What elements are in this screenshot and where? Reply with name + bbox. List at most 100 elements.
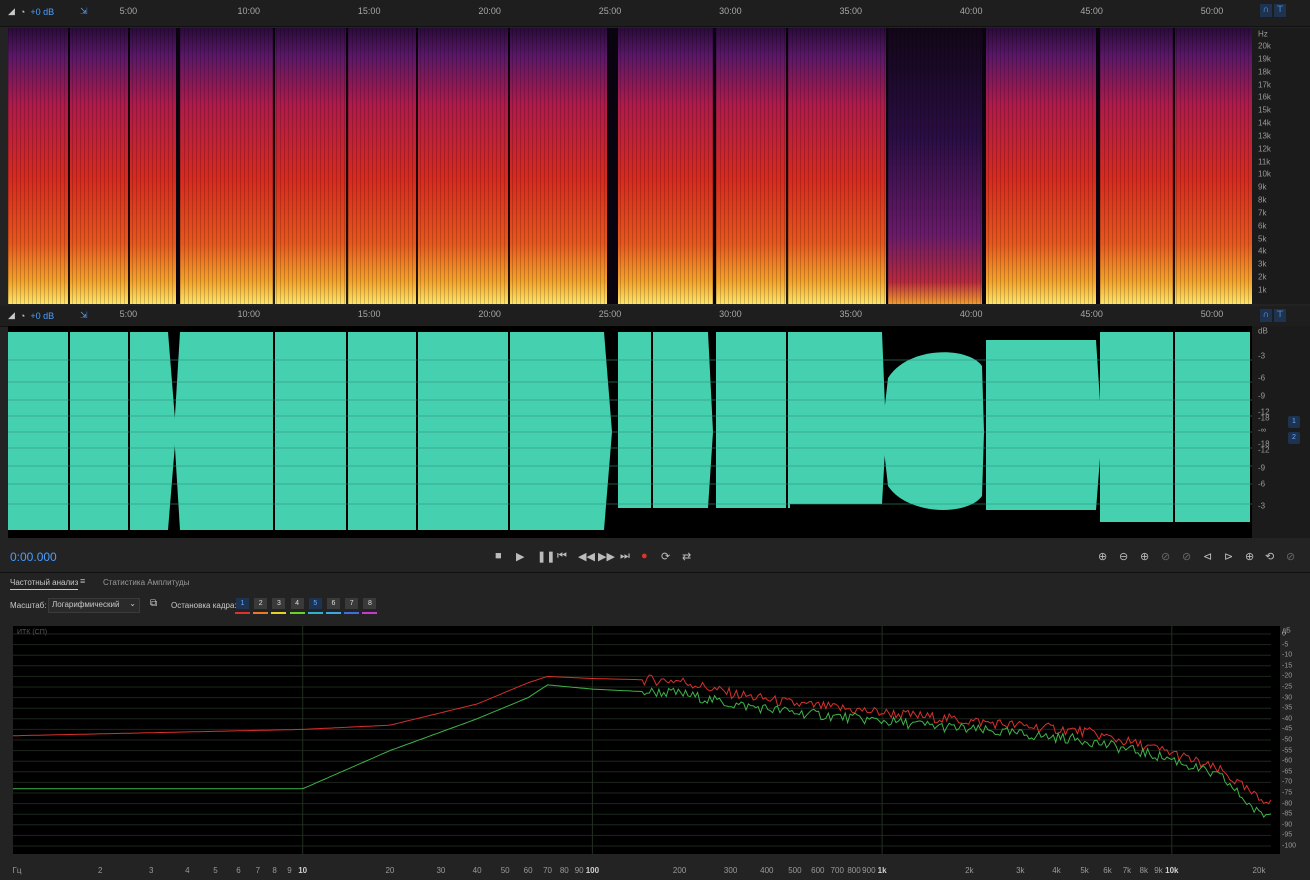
chart-frequency-tick: 2 [97,866,103,875]
zoom-in-selection-icon[interactable]: ⊘ [1182,550,1191,563]
record-icon[interactable]: ● [641,550,648,562]
spectral-time-ruler[interactable]: ◢ ◔ +0 dB ⇲ 5:00 10:00 15:00 20:00 25:00 30:0… [0,0,1310,27]
freeze-frame-button-4[interactable]: 4 [290,598,304,609]
frequency-label: 15k [1258,105,1271,115]
fast-forward-icon[interactable]: ▶▶ [598,550,615,563]
spectral-frequency-display[interactable] [8,28,1252,304]
waveform-db-label: -3 [1258,351,1266,361]
freeze-frame-label: Остановка кадра: [171,601,237,610]
pin-icon[interactable]: ⊤ [1274,309,1286,322]
go-to-end-icon[interactable]: ⏭ [620,550,630,563]
channel-2-badge[interactable]: 2 [1288,432,1300,444]
chart-corner-label: ИТК (СП) [17,629,48,636]
panel-menu-icon[interactable]: ≡ [80,576,85,586]
pause-icon[interactable]: ❚❚ [537,550,555,563]
spectral-time-ticks: 5:00 10:00 15:00 20:00 25:00 30:00 35:00 40:00 4… [0,6,1255,24]
headphones-icon[interactable]: ∩ [1260,4,1272,17]
frequency-chart-svg[interactable] [13,626,1280,854]
frequency-chart[interactable]: ИТК (СП) [13,626,1280,854]
chart-frequency-tick: 30 [436,866,446,875]
frequency-label: 18k [1258,67,1271,77]
freeze-frame-button-5[interactable]: 5 [308,598,322,609]
freeze-frame-button-3[interactable]: 3 [272,598,286,609]
skip-selection-icon[interactable]: ⇄ [682,550,691,563]
freeze-frame-color-6 [326,612,341,614]
freeze-frame-button-8[interactable]: 8 [363,598,377,609]
frequency-label: 6k [1258,221,1267,231]
chart-db-tick: -10 [1282,651,1293,659]
freeze-frame-color-4 [289,612,305,614]
zoom-in-amplitude-icon[interactable]: ⊕ [1098,550,1107,563]
loop-icon[interactable]: ⟳ [661,550,670,563]
freeze-frame-button-6[interactable]: 6 [327,598,340,609]
freeze-frame-color-8 [362,612,378,614]
transport-bar: 0:00.000 [0,540,1310,570]
play-icon[interactable]: ▶ [516,550,524,563]
waveform-db-label: -9 [1258,391,1266,401]
rewind-icon[interactable]: ◀◀ [578,550,595,563]
waveform-db-label: -18 [1258,413,1270,423]
chart-db-tick: -80 [1282,800,1293,808]
zoom-both-icon[interactable]: ⊕ [1245,550,1254,563]
zoom-disabled-icon[interactable]: ⊘ [1286,550,1295,563]
tab-frequency-analysis[interactable]: Частотный анализ [10,578,79,590]
zoom-left-icon[interactable]: ⊲ [1203,550,1212,563]
spectrum-series-1 [13,674,1272,805]
chart-frequency-tick: 100 [585,866,600,875]
chart-db-tick: 0 [1282,630,1286,638]
chart-db-tick: -65 [1282,768,1293,776]
zoom-out-full-icon[interactable]: ⊘ [1161,550,1170,563]
chart-frequency-tick: 400 [760,866,774,875]
chart-frequency-tick: 5k [1080,866,1089,875]
copy-icon[interactable]: ⧉ [150,598,157,609]
chart-db-tick: -45 [1282,725,1293,733]
chart-frequency-tick: 70 [543,866,552,875]
zoom-in-time-icon[interactable]: ⊕ [1140,550,1149,563]
pin-icon[interactable]: ⊤ [1274,4,1286,17]
spectral-time-tick: 50:00 [1200,6,1224,16]
chart-frequency-tick: 20k [1252,866,1266,875]
waveform-db-label: -3 [1258,501,1266,511]
headphones-icon[interactable]: ∩ [1260,309,1272,322]
spectrogram[interactable] [8,28,1252,304]
frequency-label: 3k [1258,259,1267,269]
chart-db-tick: -35 [1282,704,1293,712]
current-time-display[interactable]: 0:00.000 [10,550,57,564]
go-to-start-icon[interactable]: ⏮ [557,550,567,563]
waveform-time-tick: 30:00 [719,309,742,319]
waveform-time-tick: 40:00 [959,309,983,319]
spectral-time-tick: 45:00 [1080,6,1103,16]
stop-icon[interactable]: ■ [495,550,502,562]
zoom-right-icon[interactable]: ⊳ [1224,550,1233,563]
frequency-label: 13k [1258,131,1271,141]
scale-dropdown[interactable]: Логарифмический ⌄ [48,598,140,613]
freeze-frame-button-2[interactable]: 2 [254,598,268,609]
tab-amplitude-statistics[interactable]: Статистика Амплитуды [103,578,189,587]
waveform-display[interactable] [8,326,1252,538]
zoom-reset-icon[interactable]: ⟲ [1265,550,1274,563]
frequency-label: 8k [1258,195,1267,205]
waveform-time-tick: 45:00 [1080,309,1103,319]
scale-label: Масштаб: [10,601,47,610]
waveform-db-label: -6 [1258,373,1266,383]
freeze-frame-button-1[interactable]: 1 [236,598,249,609]
chart-frequency-tick: 9k [1154,866,1163,875]
chart-frequency-tick: 7 [255,866,261,875]
frequency-axis-labels: Hz 20k 19k 18k 17k 16k 15k 14k 13k 12k 11k 10k 9k 8k 7… [1252,28,1273,304]
frequency-label: 7k [1258,208,1267,218]
freeze-frame-color-1 [235,612,250,614]
freeze-frame-color-2 [253,612,269,614]
chart-frequency-tick: 1k [877,866,887,875]
chart-db-tick: -40 [1282,715,1293,723]
waveform-graphic[interactable] [8,326,1252,538]
waveform-time-ruler[interactable]: ◢ ◔ +0 dB ⇲ 5:00 10:00 15:00 20:00 25:00 30:0… [0,306,1310,327]
zoom-out-amplitude-icon[interactable]: ⊖ [1119,550,1128,563]
frequency-label: 20k [1258,41,1271,51]
frequency-label: 2k [1258,272,1267,282]
chart-frequency-tick: 4k [1052,866,1061,875]
channel-1-badge[interactable]: 1 [1288,416,1300,428]
spectral-time-tick: 40:00 [959,6,983,16]
frequency-label: 4k [1258,246,1267,256]
freeze-frame-button-7[interactable]: 7 [345,598,359,609]
chart-frequency-tick: 10 [298,866,308,875]
